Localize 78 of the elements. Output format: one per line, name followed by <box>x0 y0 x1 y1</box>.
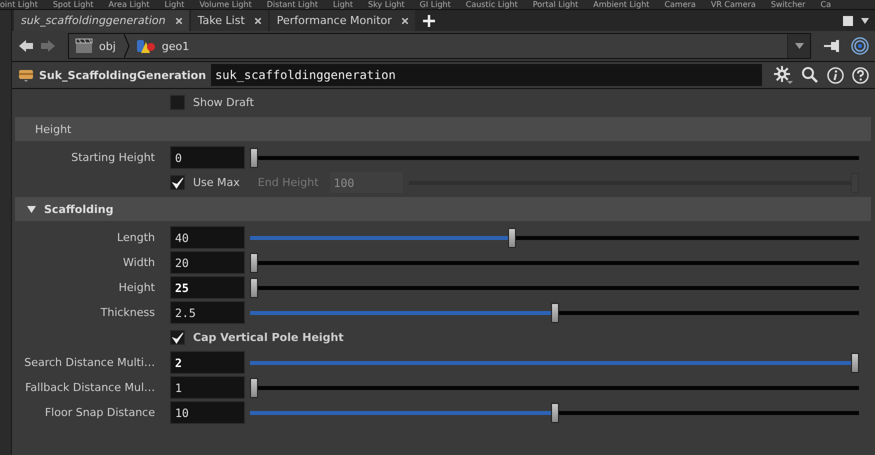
shelf-tool-label[interactable]: Switcher <box>770 0 806 9</box>
slider-handle[interactable] <box>250 148 258 168</box>
folder-title: Height <box>35 122 72 136</box>
shapes-icon <box>136 38 156 54</box>
expand-triangle-icon[interactable] <box>27 206 36 212</box>
slider-handle[interactable] <box>550 302 558 322</box>
shelf-tool-label[interactable]: Spot Light <box>52 0 94 9</box>
shelf-tool-label[interactable]: Ca <box>820 0 831 9</box>
value-field: 100 <box>328 171 404 194</box>
slider-handle[interactable] <box>250 252 258 272</box>
parameter-label: Length <box>116 231 155 244</box>
close-icon[interactable] <box>402 18 408 24</box>
parameter-label: Fallback Distance Mul… <box>24 381 155 394</box>
shelf-tool-label[interactable]: Portal Light <box>532 0 578 9</box>
shelf-tool-label[interactable]: Area Light <box>108 0 150 9</box>
chevron-icon <box>124 34 130 58</box>
path-bar[interactable]: obj geo1 <box>68 33 811 59</box>
dropdown-caret-icon[interactable] <box>861 18 869 24</box>
close-icon[interactable] <box>176 18 182 24</box>
shelf-tool-label[interactable]: Sky Light <box>368 0 405 9</box>
path-segment[interactable]: geo1 <box>162 40 190 52</box>
shelf-tool-label[interactable]: oint Light <box>0 0 38 9</box>
add-tab-icon[interactable] <box>422 14 435 26</box>
checkbox-label: Cap Vertical Pole Height <box>193 331 344 344</box>
shelf-tool-label[interactable]: Distant Light <box>266 0 318 9</box>
value-field[interactable]: 1 <box>170 376 245 399</box>
shelf-tool-label[interactable]: GI Light <box>420 0 451 9</box>
value-field[interactable]: 2 <box>170 351 245 374</box>
checkbox-label: Use Max <box>193 176 240 189</box>
parameter-label: Starting Height <box>70 151 155 164</box>
parameter-label: Width <box>122 256 155 269</box>
shelf-tool-label[interactable]: Ambient Light <box>593 0 650 9</box>
shelf-tool-label[interactable]: Light <box>164 0 184 9</box>
back-arrow-icon[interactable] <box>18 39 34 53</box>
clapperboard-icon <box>75 38 93 54</box>
target-icon[interactable] <box>851 37 869 55</box>
value-field[interactable]: 0 <box>170 146 245 169</box>
dropdown-caret-icon[interactable] <box>794 43 804 49</box>
folder-title: Scaffolding <box>44 202 114 216</box>
shelf-tool-label[interactable]: Light <box>333 0 353 9</box>
tab[interactable]: Performance Monitor <box>270 10 415 31</box>
value-field[interactable]: 2.5 <box>170 301 245 324</box>
value-field[interactable]: 20 <box>170 251 245 274</box>
square-icon[interactable] <box>843 16 853 26</box>
info-icon[interactable] <box>827 66 844 84</box>
slider-handle[interactable] <box>550 402 558 422</box>
search-icon[interactable] <box>801 66 819 84</box>
close-icon[interactable] <box>254 18 261 24</box>
box-icon[interactable] <box>18 67 34 83</box>
node-type-label: Suk_ScaffoldingGeneration <box>39 68 206 82</box>
gear-icon[interactable] <box>773 66 793 84</box>
slider-handle[interactable] <box>508 228 516 248</box>
slider-handle[interactable] <box>851 352 859 372</box>
checkbox[interactable] <box>170 95 185 110</box>
shelf-tool-label[interactable]: Camera <box>664 0 696 9</box>
shelf-tool-label[interactable]: Volume Light <box>199 0 252 9</box>
help-icon[interactable] <box>852 66 869 84</box>
shelf-tool-label[interactable]: VR Camera <box>710 0 756 9</box>
parameter-label: Floor Snap Distance <box>44 406 155 419</box>
checkbox-label: Show Draft <box>193 96 254 109</box>
path-segment[interactable]: obj <box>99 40 116 52</box>
checkbox[interactable] <box>170 330 185 345</box>
parameter-label: End Height <box>258 176 319 189</box>
tab[interactable]: suk_scaffoldinggeneration <box>14 10 189 31</box>
pin-icon[interactable] <box>823 39 841 53</box>
node-name-field[interactable]: suk_scaffoldinggeneration <box>211 64 762 86</box>
slider-handle[interactable] <box>250 378 258 398</box>
value-field[interactable]: 40 <box>170 226 245 249</box>
value-field[interactable]: 10 <box>170 401 245 424</box>
parameter-label: Search Distance Multi… <box>23 356 155 369</box>
parameter-label: Thickness <box>100 306 155 319</box>
folder-header[interactable]: Scaffolding <box>15 197 871 221</box>
shelf-tool-label[interactable]: Caustic Light <box>466 0 518 9</box>
checkbox[interactable] <box>170 175 185 190</box>
parameter-label: Height <box>118 281 155 294</box>
value-field[interactable]: 25 <box>170 276 245 299</box>
slider-handle[interactable] <box>250 278 258 298</box>
tab[interactable]: Take List <box>190 10 268 31</box>
